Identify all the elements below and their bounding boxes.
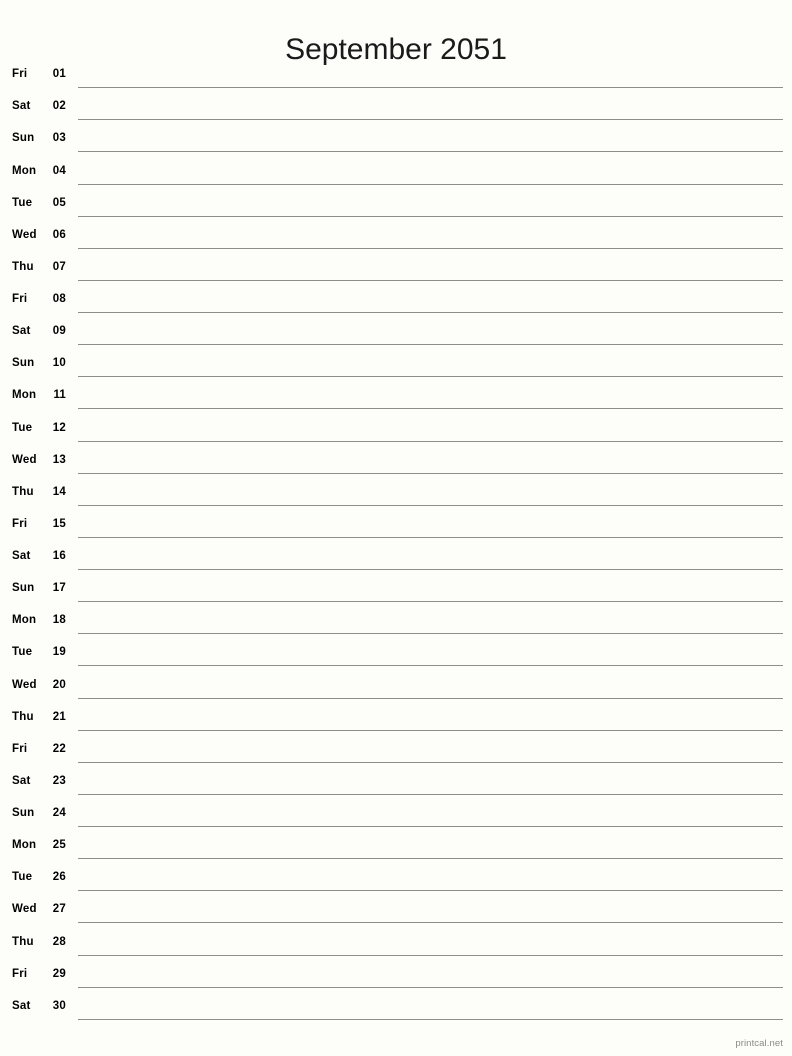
day-row: Thu 21 bbox=[0, 699, 792, 731]
day-number-label: 16 bbox=[52, 550, 66, 562]
day-number-label: 12 bbox=[52, 421, 66, 434]
day-row: Tue 19 bbox=[0, 634, 792, 667]
day-of-week-label: Sat bbox=[12, 100, 31, 113]
day-number-label: 06 bbox=[52, 228, 66, 241]
day-row: Sat 02 bbox=[0, 88, 792, 121]
day-number-label: 19 bbox=[52, 646, 66, 659]
day-row: Sat 23 bbox=[0, 763, 792, 795]
day-row: Sun 24 bbox=[0, 795, 792, 827]
day-number-label: 14 bbox=[52, 485, 66, 498]
day-number-label: 13 bbox=[52, 453, 66, 466]
day-row: Sat 30 bbox=[0, 988, 792, 1020]
day-of-week-label: Fri bbox=[12, 517, 28, 530]
day-row-list: Fri 01 Sat 02 Sun 03 Mon 04 Tue 05 Wed 06 Thu 07 Fri 08… bbox=[0, 56, 792, 1020]
day-row: Tue 12 bbox=[0, 409, 792, 442]
day-number-label: 07 bbox=[52, 260, 66, 273]
day-row: Fri 08 bbox=[0, 281, 792, 313]
day-number-label: 02 bbox=[52, 100, 66, 113]
day-row: Mon 11 bbox=[0, 377, 792, 410]
day-number-label: 01 bbox=[52, 68, 66, 81]
day-of-week-label: Fri bbox=[12, 967, 28, 980]
day-number-label: 27 bbox=[52, 903, 66, 916]
day-number-label: 09 bbox=[52, 325, 66, 338]
calendar-page: September 2051 Fri 01 Sat 02 Sun 03 Mon 04 Tue 05… bbox=[0, 0, 792, 1056]
day-of-week-label: Sat bbox=[12, 550, 31, 562]
day-of-week-label: Sat bbox=[12, 774, 31, 787]
day-number-label: 21 bbox=[52, 710, 66, 723]
day-row: Sun 10 bbox=[0, 345, 792, 378]
day-number-label: 23 bbox=[52, 774, 66, 787]
day-row: Fri 22 bbox=[0, 731, 792, 763]
day-row: Wed 20 bbox=[0, 666, 792, 699]
day-number-label: 10 bbox=[52, 357, 66, 370]
day-number-label: 29 bbox=[52, 967, 66, 980]
day-number-label: 11 bbox=[53, 389, 66, 402]
day-row: Wed 06 bbox=[0, 217, 792, 249]
day-number-label: 24 bbox=[52, 807, 66, 819]
day-number-label: 17 bbox=[52, 582, 66, 595]
day-row: Sat 16 bbox=[0, 538, 792, 570]
day-row: Mon 25 bbox=[0, 827, 792, 860]
day-row: Sun 17 bbox=[0, 570, 792, 603]
day-number-label: 05 bbox=[52, 196, 66, 209]
day-number-label: 25 bbox=[52, 839, 66, 852]
footer-credit: printcal.net bbox=[735, 1038, 783, 1049]
day-of-week-label: Sat bbox=[12, 325, 31, 338]
day-number-label: 20 bbox=[52, 678, 66, 691]
day-row: Mon 18 bbox=[0, 602, 792, 635]
day-number-label: 22 bbox=[52, 742, 66, 755]
day-of-week-label: Fri bbox=[12, 293, 28, 305]
day-number-label: 15 bbox=[52, 517, 66, 530]
day-number-label: 04 bbox=[52, 164, 66, 177]
day-writing-line[interactable] bbox=[78, 1018, 783, 1020]
day-row: Fri 15 bbox=[0, 506, 792, 538]
day-of-week-label: Fri bbox=[12, 742, 28, 755]
day-row: Fri 29 bbox=[0, 956, 792, 988]
day-row: Wed 13 bbox=[0, 442, 792, 474]
day-row: Thu 14 bbox=[0, 474, 792, 506]
day-row: Sun 03 bbox=[0, 120, 792, 153]
day-row: Thu 28 bbox=[0, 923, 792, 956]
day-row: Tue 05 bbox=[0, 185, 792, 217]
day-number-label: 26 bbox=[52, 871, 66, 884]
day-row: Thu 07 bbox=[0, 249, 792, 281]
day-number-label: 30 bbox=[52, 999, 66, 1012]
day-row: Tue 26 bbox=[0, 859, 792, 892]
day-number-label: 18 bbox=[52, 614, 66, 627]
day-row: Fri 01 bbox=[0, 56, 792, 89]
day-of-week-label: Sat bbox=[12, 999, 31, 1012]
day-number-label: 03 bbox=[52, 132, 66, 145]
day-of-week-label: Fri bbox=[12, 68, 28, 81]
day-number-label: 08 bbox=[52, 293, 66, 305]
day-row: Wed 27 bbox=[0, 891, 792, 924]
day-row: Mon 04 bbox=[0, 152, 792, 185]
day-number-label: 28 bbox=[52, 935, 66, 948]
day-row: Sat 09 bbox=[0, 313, 792, 346]
